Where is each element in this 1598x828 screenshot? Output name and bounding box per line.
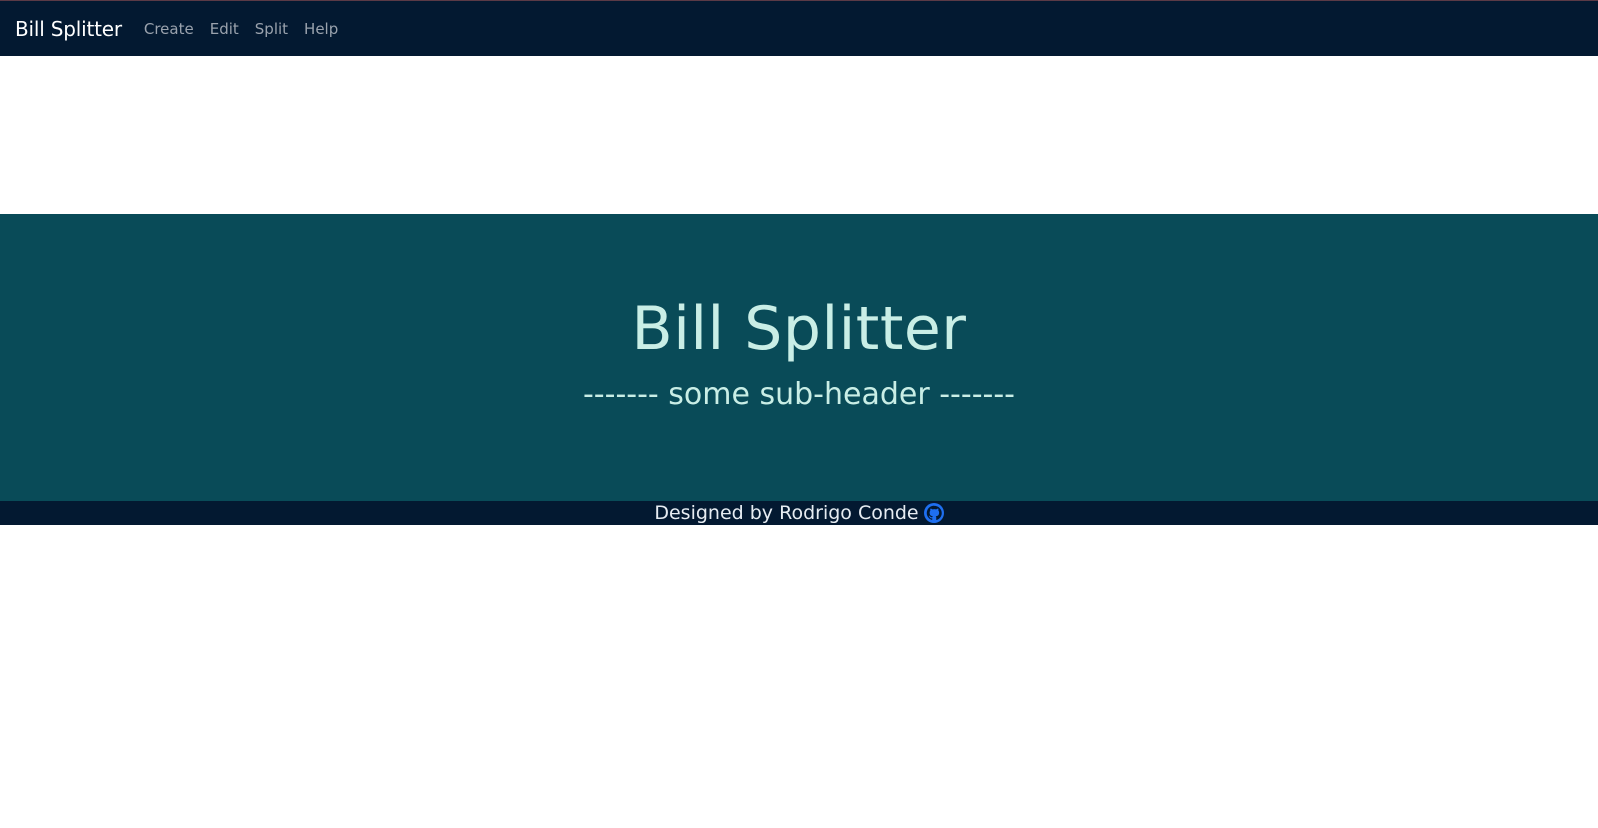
navbar-brand[interactable]: Bill Splitter xyxy=(15,17,122,41)
hero-subtitle: ------- some sub-header ------- xyxy=(582,377,1016,412)
nav-link-split[interactable]: Split xyxy=(255,20,288,38)
hero-banner: Bill Splitter ------- some sub-header --… xyxy=(0,214,1598,501)
nav-link-edit[interactable]: Edit xyxy=(210,20,239,38)
hero-title: Bill Splitter xyxy=(631,294,967,364)
nav-link-help[interactable]: Help xyxy=(304,20,338,38)
footer-credit: Designed by Rodrigo Conde xyxy=(654,502,919,524)
footer: Designed by Rodrigo Conde xyxy=(0,501,1598,525)
navbar: Bill Splitter Create Edit Split Help xyxy=(0,0,1598,56)
nav-link-create[interactable]: Create xyxy=(144,20,194,38)
github-icon[interactable] xyxy=(923,503,944,523)
nav-links: Create Edit Split Help xyxy=(136,20,346,38)
